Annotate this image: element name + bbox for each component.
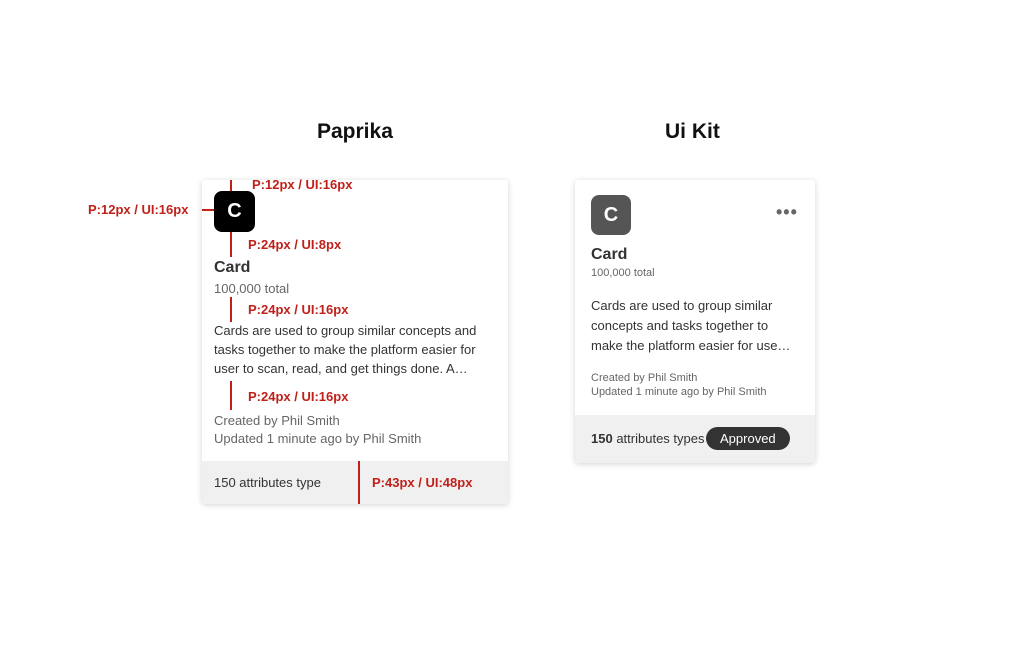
card-avatar: C (214, 191, 255, 232)
paprika-card[interactable]: C Card 100,000 total Cards are used to g… (202, 180, 508, 504)
uikit-heading: Ui Kit (665, 120, 720, 143)
more-horizontal-icon[interactable]: ••• (776, 202, 798, 223)
card-updated: Updated 1 minute ago by Phil Smith (214, 431, 422, 446)
card-total: 100,000 total (214, 281, 290, 296)
footer-label: attributes types (616, 431, 705, 446)
card-updated: Updated 1 minute ago by Phil Smith (591, 386, 767, 398)
card-total: 100,000 total (591, 267, 655, 279)
footer-attributes: 150 attributes type (214, 475, 321, 490)
top-padding-annotation: P:12px / UI:16px (252, 177, 353, 192)
paprika-heading: Paprika (317, 120, 393, 143)
card-description: Cards are used to group similar concepts… (214, 323, 477, 376)
footer-attributes: 150 attributes types (591, 431, 704, 446)
footer-height-line (358, 461, 360, 504)
card-created-by: Created by Phil Smith (214, 413, 340, 428)
card-created-by: Created by Phil Smith (591, 372, 698, 384)
card-title: Card (214, 259, 251, 276)
footer-count: 150 (591, 431, 613, 446)
left-padding-line (202, 209, 214, 211)
card-avatar: C (591, 195, 631, 235)
title-gap-annotation: P:24px / UI:16px (248, 302, 349, 317)
top-padding-line (230, 180, 232, 191)
avatar-gap-line (230, 232, 232, 257)
left-padding-annotation: P:12px / UI:16px (88, 202, 189, 217)
card-footer: 150 attributes types Approved (575, 415, 815, 463)
avatar-gap-annotation: P:24px / UI:8px (248, 237, 342, 252)
footer-height-annotation: P:43px / UI:48px (372, 475, 473, 490)
card-description: Cards are used to group similar concepts… (591, 298, 791, 353)
title-gap-line (230, 297, 232, 322)
uikit-card[interactable]: C ••• Card 100,000 total Cards are used … (575, 180, 815, 463)
card-title: Card (591, 246, 628, 263)
desc-gap-annotation: P:24px / UI:16px (248, 389, 349, 404)
status-badge: Approved (706, 427, 790, 450)
desc-gap-line (230, 381, 232, 410)
